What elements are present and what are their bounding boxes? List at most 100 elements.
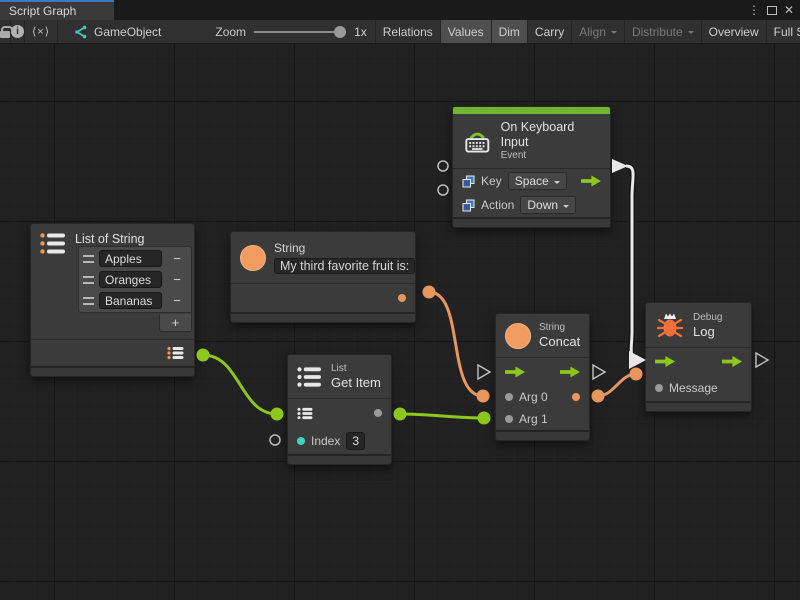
index-port-icon[interactable] [297,437,305,445]
control-output-arrow-icon[interactable] [560,366,580,379]
wire-keyboard-to-log-control[interactable] [626,166,641,360]
wire-concat-to-log-message[interactable] [598,374,636,396]
add-item-button[interactable]: + [159,313,192,332]
list-item-field[interactable]: Bananas [99,292,162,309]
align-dropdown[interactable]: Align [572,20,625,43]
drag-handle-icon[interactable] [83,297,94,305]
node-footer [496,430,589,440]
key-dropdown[interactable]: Space [508,172,567,190]
menu-icon[interactable]: ⋮ [748,4,760,16]
control-output-arrow-icon[interactable] [722,355,742,368]
node-concat[interactable]: String Concat Arg 0 A [495,313,590,441]
relations-button[interactable]: Relations [376,20,441,43]
concat-arg0-input-port[interactable] [477,390,490,403]
string-list-editor: Apples − Oranges − Bananas − [78,246,192,313]
chevron-down-icon [554,181,560,187]
values-button[interactable]: Values [441,20,492,43]
log-message-input-port[interactable] [630,368,643,381]
arg1-port-icon[interactable] [505,415,513,423]
node-list-of-string[interactable]: List of String Apples − Oranges − [30,223,195,377]
node-title: List of String [75,232,144,246]
tab-bar: Script Graph ⋮ ✕ [0,0,800,20]
control-input-arrow-icon[interactable] [505,366,525,379]
concat-control-output-nub[interactable] [593,365,605,379]
action-port-label: Action [481,198,514,212]
arg0-port-label: Arg 0 [519,390,548,404]
wire-getitem-to-concat-arg1[interactable] [400,414,484,418]
result-output-port-icon[interactable] [572,393,580,401]
getitem-item-output-port[interactable] [394,408,407,421]
wire-list-to-getitem[interactable] [203,355,277,414]
node-title: Log [693,324,722,339]
message-port-label: Message [669,381,718,395]
maximize-icon[interactable] [767,6,777,15]
action-dropdown[interactable]: Down [520,196,576,214]
log-control-output-nub[interactable] [756,353,768,367]
enum-icon [462,175,475,188]
concat-arg1-input-port[interactable] [478,412,491,425]
enum-icon [462,199,475,212]
node-string-literal[interactable]: String My third favorite fruit is: [230,231,416,323]
control-output-arrow-icon[interactable] [581,175,601,188]
graph-canvas[interactable]: On Keyboard Input Event Key Space [0,44,800,600]
node-subtitle: Event [501,150,601,162]
wire-string-to-concat-arg0[interactable] [429,292,483,396]
keyboard-action-port-nub[interactable] [438,185,448,195]
dim-button[interactable]: Dim [492,20,528,43]
info-button[interactable]: i [11,20,25,43]
concat-control-input-nub[interactable] [478,365,490,379]
remove-item-button[interactable]: − [167,272,187,287]
zoom-slider-handle[interactable] [334,26,346,38]
close-icon[interactable]: ✕ [784,4,794,16]
string-output-port[interactable] [423,286,436,299]
list-item-field[interactable]: Oranges [99,271,162,288]
carry-button[interactable]: Carry [528,20,572,43]
getitem-index-port-nub[interactable] [270,435,280,445]
string-type-icon [505,323,531,349]
drag-handle-icon[interactable] [83,276,94,284]
remove-item-button[interactable]: − [167,251,187,266]
zoom-control: Zoom 1x [207,20,375,43]
list-icon [40,232,67,255]
zoom-slider[interactable] [254,26,346,38]
bug-icon [655,310,685,340]
string-value-field[interactable]: My third favorite fruit is: [274,258,415,274]
keyboard-icon [462,127,493,155]
node-category: Debug [693,312,722,324]
list-item-field[interactable]: Apples [99,250,162,267]
node-footer [453,217,610,227]
message-port-icon[interactable] [655,384,663,392]
node-title: On Keyboard Input [501,120,601,150]
tab-script-graph[interactable]: Script Graph [0,0,114,20]
string-type-icon [240,245,266,271]
distribute-dropdown[interactable]: Distribute [625,20,702,43]
arg0-port-icon[interactable] [505,393,513,401]
remove-item-button[interactable]: − [167,293,187,308]
zoom-value: 1x [354,25,367,39]
gameobject-selector[interactable]: GameObject [58,20,171,43]
list-output-icon[interactable] [167,346,185,360]
list-output-port[interactable] [197,349,210,362]
keyboard-key-port-nub[interactable] [438,161,448,171]
index-value-field[interactable]: 3 [346,432,365,450]
node-on-keyboard-input[interactable]: On Keyboard Input Event Key Space [452,106,611,228]
node-debug-log[interactable]: Debug Log Message [645,302,752,412]
chevron-down-icon [688,31,694,37]
string-output-port-icon[interactable] [398,294,406,302]
list-item: Bananas − [81,290,189,311]
node-title: String [274,241,415,255]
list-input-icon[interactable] [297,407,314,420]
code-preview-button[interactable]: ⟨×⟩ [25,20,58,43]
item-output-port-icon[interactable] [374,409,382,417]
script-graph-icon [72,24,88,40]
node-get-item[interactable]: List Get Item Index 3 [287,354,392,465]
gameobject-label: GameObject [94,25,161,39]
zoom-slider-track [254,31,346,33]
full-screen-button[interactable]: Full Screen [767,20,800,43]
getitem-list-input-port[interactable] [271,408,284,421]
lock-button[interactable] [0,20,11,43]
concat-result-output-port[interactable] [592,390,605,403]
drag-handle-icon[interactable] [83,255,94,263]
overview-button[interactable]: Overview [702,20,767,43]
control-input-arrow-icon[interactable] [655,355,675,368]
